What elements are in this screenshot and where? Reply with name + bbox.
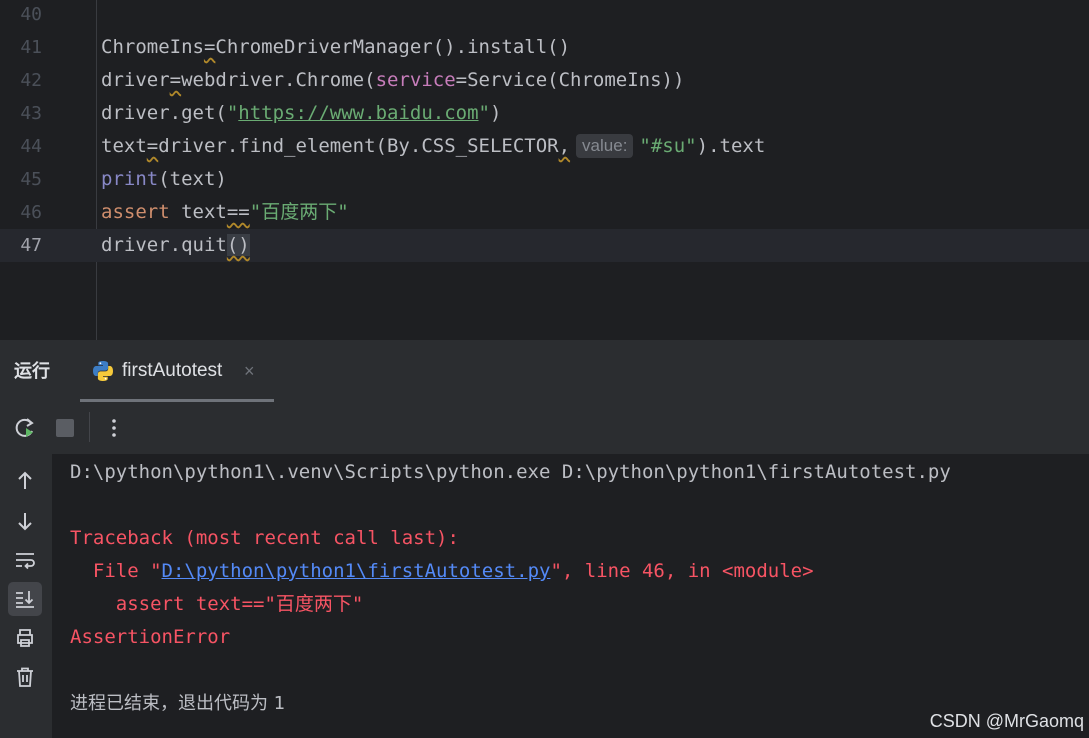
- watermark: CSDN @MrGaomq: [929, 711, 1084, 731]
- trash-icon: [17, 667, 33, 687]
- print-button[interactable]: [8, 621, 42, 655]
- code-text[interactable]: driver.get("https://www.baidu.com"): [101, 97, 501, 130]
- clear-console-button[interactable]: [8, 660, 42, 694]
- code-line-41[interactable]: 41 ChromeIns=ChromeDriverManager().insta…: [0, 31, 1089, 64]
- soft-wrap-button[interactable]: [8, 543, 42, 577]
- scroll-up-button[interactable]: [8, 464, 42, 498]
- soft-wrap-icon: [16, 553, 35, 570]
- run-tool-window-header: 运行 firstAutotest ×: [0, 340, 1089, 403]
- exit-message: 进程已结束，退出代码为 1: [70, 693, 286, 714]
- file-link[interactable]: D:\python\python1\firstAutotest.py: [162, 560, 551, 582]
- code-text[interactable]: assert text=="百度两下": [101, 196, 349, 229]
- tab-first-autotest[interactable]: firstAutotest ×: [80, 340, 274, 402]
- command-line: D:\python\python1\.venv\Scripts\python.e…: [70, 461, 951, 483]
- toolbar-separator: [89, 412, 90, 442]
- code-line-46[interactable]: 46 assert text=="百度两下": [0, 196, 1089, 229]
- console-output[interactable]: D:\python\python1\.venv\Scripts\python.e…: [52, 454, 1089, 738]
- code-line-40[interactable]: 40: [0, 0, 1089, 31]
- run-toolbar: [0, 402, 1089, 454]
- arrow-up-icon: [18, 471, 32, 489]
- code-line-44[interactable]: 44 text=driver.find_element(By.CSS_SELEC…: [0, 130, 1089, 163]
- line-number: 44: [20, 136, 42, 157]
- rerun-icon[interactable]: [11, 414, 39, 442]
- scroll-to-end-button[interactable]: [8, 582, 42, 616]
- print-icon: [17, 629, 33, 647]
- code-line-47[interactable]: 47 driver.quit(): [0, 229, 1089, 262]
- stop-icon[interactable]: [51, 414, 79, 442]
- url-string: https://www.baidu.com: [238, 102, 479, 124]
- close-icon[interactable]: ×: [244, 340, 255, 402]
- traceback-header: Traceback (most recent call last):: [70, 527, 459, 549]
- run-panel-title: 运行: [14, 361, 50, 381]
- code-text[interactable]: driver.quit(): [101, 229, 250, 262]
- scroll-down-button[interactable]: [8, 504, 42, 538]
- code-text[interactable]: ChromeIns=ChromeDriverManager().install(…: [101, 31, 570, 64]
- tab-label: firstAutotest: [122, 360, 223, 381]
- code-line-43[interactable]: 43 driver.get("https://www.baidu.com"): [0, 97, 1089, 130]
- line-number: 42: [20, 70, 42, 91]
- line-number: 46: [20, 202, 42, 223]
- code-text[interactable]: print(text): [101, 163, 227, 196]
- code-text[interactable]: driver=webdriver.Chrome(service=Service(…: [101, 64, 684, 97]
- code-line-42[interactable]: 42 driver=webdriver.Chrome(service=Servi…: [0, 64, 1089, 97]
- traceback-code-line: assert text=="百度两下": [70, 593, 364, 615]
- line-number: 47: [20, 235, 42, 256]
- error-type: AssertionError: [70, 626, 231, 648]
- line-number: 43: [20, 103, 42, 124]
- scroll-to-end-icon: [16, 591, 34, 608]
- line-number: 41: [20, 37, 42, 58]
- console-side-toolbar: [0, 454, 52, 738]
- code-text[interactable]: text=driver.find_element(By.CSS_SELECTOR…: [101, 130, 765, 163]
- line-number: 40: [20, 4, 42, 25]
- arrow-down-icon: [18, 513, 32, 531]
- code-line-45[interactable]: 45 print(text): [0, 163, 1089, 196]
- more-options-icon[interactable]: [100, 414, 128, 442]
- code-editor[interactable]: 40 41 ChromeIns=ChromeDriverManager().in…: [0, 0, 1089, 340]
- python-icon: [93, 361, 113, 381]
- parameter-hint: value:: [576, 134, 634, 158]
- line-number: 45: [20, 169, 42, 190]
- traceback-file-line: File "D:\python\python1\firstAutotest.py…: [70, 560, 814, 582]
